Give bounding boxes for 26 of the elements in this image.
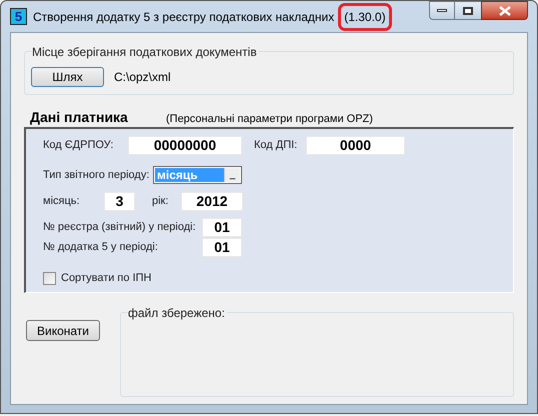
dpi-label: Код ДПІ: [254,138,298,153]
run-button[interactable]: Виконати [26,320,100,341]
month-label: місяць: [43,194,81,210]
edrpou-label: Код ЄДРПОУ: [43,138,114,153]
app-icon: 5 [10,8,27,25]
year-field[interactable]: 2012 [181,192,243,211]
path-button[interactable]: Шлях [31,67,104,87]
register-label: № реєстра (звітний) у періоді: [43,220,197,236]
window-title: Створення додатку 5 з реєстру податкових накладних [33,8,334,26]
dpi-field[interactable]: 0000 [306,136,405,154]
sort-label: Сортувати по ІПН [61,271,152,286]
payer-title: Дані платника [30,108,129,127]
payer-subtitle: (Персональні параметри програми OPZ) [166,112,373,127]
appendix-field[interactable]: 01 [202,238,242,257]
maximize-button[interactable] [455,1,481,20]
close-icon [498,6,510,16]
edrpou-field[interactable]: 00000000 [128,136,242,154]
path-text: C:\opz\xml [114,69,171,86]
register-field[interactable]: 01 [202,218,242,237]
appendix-label: № додатка 5 у періоді: [43,240,159,256]
period-type-label: Тип звітного періоду: [43,168,150,183]
sort-checkbox[interactable] [43,272,56,285]
close-button[interactable] [481,1,528,20]
minimize-button[interactable] [429,1,455,20]
year-label: рік: [152,194,170,210]
month-field[interactable]: 3 [104,192,135,211]
